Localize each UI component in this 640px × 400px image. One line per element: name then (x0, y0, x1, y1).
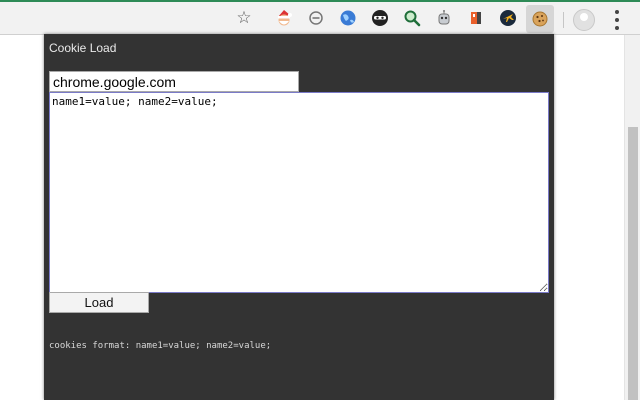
popup-title: Cookie Load (49, 41, 117, 55)
toolbar-separator (563, 12, 564, 28)
domain-input[interactable] (49, 71, 299, 92)
cookie-load-popup: Cookie Load name1=value; name2=value; Lo… (44, 34, 554, 400)
menu-icon[interactable] (609, 10, 625, 30)
scrollbar-thumb[interactable] (628, 127, 638, 400)
cookie-icon[interactable] (526, 5, 554, 33)
minus-circle-icon[interactable] (306, 8, 326, 28)
incognito-icon[interactable] (370, 8, 390, 28)
santa-icon[interactable] (274, 8, 294, 28)
format-hint: cookies format: name1=value; name2=value… (49, 341, 272, 351)
browser-toolbar: ☆ (0, 2, 640, 35)
plane-icon[interactable] (498, 8, 518, 28)
puzzle-icon[interactable] (466, 8, 486, 28)
profile-icon[interactable] (573, 9, 595, 31)
globe-icon[interactable] (338, 8, 358, 28)
robot-icon[interactable] (434, 8, 454, 28)
star-icon[interactable]: ☆ (234, 8, 254, 28)
page-scrollbar[interactable] (624, 35, 640, 400)
load-button[interactable]: Load (49, 292, 149, 313)
magnifier-icon[interactable] (402, 8, 422, 28)
cookies-textarea[interactable]: name1=value; name2=value; (49, 92, 549, 293)
